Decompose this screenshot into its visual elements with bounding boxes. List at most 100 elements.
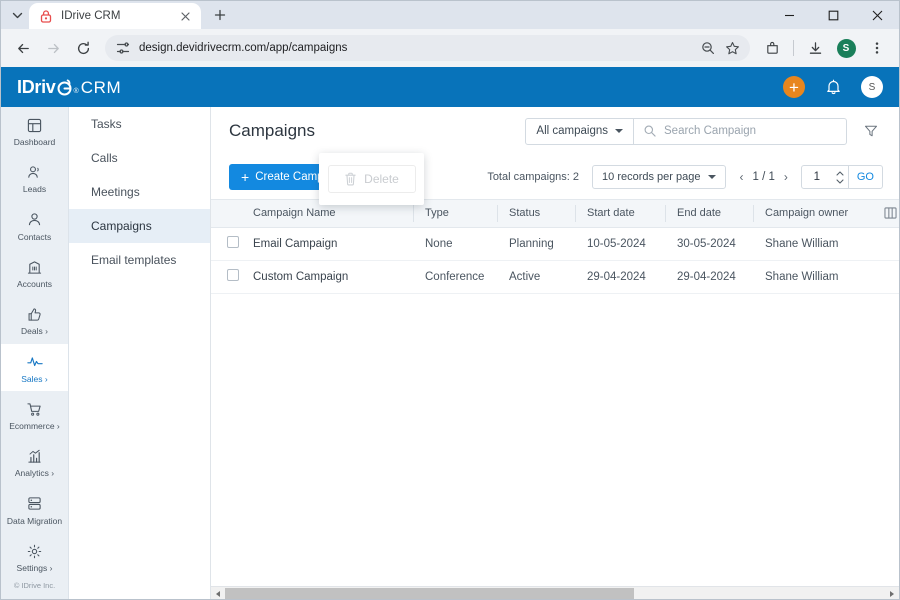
next-page-button[interactable]: › bbox=[784, 170, 788, 184]
prev-page-button[interactable]: ‹ bbox=[739, 170, 743, 184]
profile-avatar[interactable]: S bbox=[832, 34, 860, 62]
cell-campaign-name[interactable]: Email Campaign bbox=[241, 227, 413, 261]
site-settings-icon[interactable] bbox=[115, 41, 130, 56]
search-icon bbox=[644, 125, 656, 137]
sidebar-label: Contacts bbox=[17, 231, 52, 242]
close-icon[interactable] bbox=[177, 8, 193, 24]
browser-tabstrip: IDrive CRM bbox=[1, 1, 899, 29]
sales-icon bbox=[26, 353, 43, 371]
cell-start-date: 29-04-2024 bbox=[575, 260, 665, 294]
reload-icon[interactable] bbox=[69, 34, 97, 62]
row-checkbox[interactable] bbox=[227, 236, 239, 248]
subnav-item-email-templates[interactable]: Email templates bbox=[69, 243, 210, 277]
app-body: Dashboard Leads Contacts Accounts Deals … bbox=[1, 107, 899, 600]
table-row[interactable]: Email Campaign None Planning 10-05-2024 … bbox=[211, 227, 899, 261]
chevron-down-icon bbox=[708, 175, 717, 179]
minimize-icon[interactable] bbox=[767, 1, 811, 29]
th-campaign-owner[interactable]: Campaign owner bbox=[753, 200, 869, 228]
download-icon[interactable] bbox=[801, 34, 829, 62]
scroll-right-arrow-icon[interactable] bbox=[885, 587, 899, 600]
address-bar[interactable]: design.devidrivecrm.com/app/campaigns bbox=[105, 35, 750, 61]
logo-idrive-text: IDriv bbox=[17, 77, 73, 98]
cell-status: Planning bbox=[497, 227, 575, 261]
subnav-item-campaigns[interactable]: Campaigns bbox=[69, 209, 210, 243]
th-start-date[interactable]: Start date bbox=[575, 200, 665, 228]
star-icon[interactable] bbox=[725, 41, 740, 56]
th-column-settings[interactable] bbox=[869, 200, 899, 228]
close-window-icon[interactable] bbox=[855, 1, 899, 29]
sidebar-item-deals[interactable]: Deals › bbox=[1, 296, 68, 343]
pagination: ‹ 1 / 1 › bbox=[739, 170, 787, 184]
sidebar-footer: © IDrive Inc. bbox=[13, 581, 56, 590]
back-arrow-icon[interactable] bbox=[9, 34, 37, 62]
page-title: Campaigns bbox=[229, 121, 315, 140]
kebab-menu-icon[interactable] bbox=[863, 34, 891, 62]
search-input[interactable] bbox=[664, 125, 836, 137]
subnav-item-tasks[interactable]: Tasks bbox=[69, 107, 210, 141]
bell-icon[interactable] bbox=[823, 77, 843, 97]
forward-arrow-icon[interactable] bbox=[39, 34, 67, 62]
page-number-input[interactable]: 1 bbox=[802, 166, 832, 188]
sidebar-item-data-migration[interactable]: Data Migration bbox=[1, 486, 68, 533]
sidebar-item-analytics[interactable]: Analytics › bbox=[1, 438, 68, 485]
analytics-icon bbox=[27, 447, 42, 465]
action-toolbar: + Create Campaign Delete Total campaigns… bbox=[211, 153, 899, 205]
tab-search-icon[interactable] bbox=[5, 3, 29, 27]
app-header-actions: + S bbox=[783, 76, 883, 98]
funnel-icon[interactable] bbox=[859, 119, 883, 143]
sidebar-item-ecommerce[interactable]: Ecommerce › bbox=[1, 391, 68, 438]
quick-add-button[interactable]: + bbox=[783, 76, 805, 98]
sidebar-label: Analytics › bbox=[14, 468, 55, 479]
sidebar-item-sales[interactable]: Sales › bbox=[1, 343, 68, 392]
search-box[interactable] bbox=[634, 119, 846, 144]
window-controls bbox=[767, 1, 899, 29]
cell-type: None bbox=[413, 227, 497, 261]
settings-icon bbox=[27, 542, 42, 560]
lock-icon bbox=[39, 9, 53, 23]
new-tab-button[interactable] bbox=[207, 2, 233, 28]
scrollbar-track[interactable] bbox=[225, 586, 885, 599]
th-label: Campaign Name bbox=[253, 207, 336, 220]
column-settings-icon[interactable] bbox=[883, 207, 897, 219]
search-group: All campaigns bbox=[525, 117, 847, 145]
secondary-sidebar: Tasks Calls Meetings Campaigns Email tem… bbox=[69, 107, 211, 599]
user-avatar[interactable]: S bbox=[861, 76, 883, 98]
cell-campaign-name[interactable]: Custom Campaign bbox=[241, 260, 413, 294]
subnav-item-calls[interactable]: Calls bbox=[69, 141, 210, 175]
zoom-out-icon[interactable] bbox=[700, 41, 715, 56]
app-logo[interactable]: IDriv ® CRM bbox=[17, 77, 121, 98]
browser-window: IDrive CRM design.devidrivecrm.com/app/c… bbox=[0, 0, 900, 600]
delete-button[interactable]: Delete bbox=[327, 165, 416, 193]
records-per-page-select[interactable]: 10 records per page bbox=[592, 165, 727, 189]
sidebar-item-dashboard[interactable]: Dashboard bbox=[1, 107, 68, 154]
sidebar-item-contacts[interactable]: Contacts bbox=[1, 202, 68, 249]
row-checkbox[interactable] bbox=[227, 269, 239, 281]
th-label: Type bbox=[425, 207, 449, 220]
scroll-left-arrow-icon[interactable] bbox=[211, 587, 225, 600]
sidebar-item-leads[interactable]: Leads bbox=[1, 154, 68, 201]
records-per-page-value: 10 records per page bbox=[602, 171, 701, 183]
browser-tab[interactable]: IDrive CRM bbox=[29, 3, 201, 29]
delete-label: Delete bbox=[364, 172, 399, 186]
table-row[interactable]: Custom Campaign Conference Active 29-04-… bbox=[211, 260, 899, 294]
th-type[interactable]: Type bbox=[413, 200, 497, 228]
th-status[interactable]: Status bbox=[497, 200, 575, 228]
cell-end-date: 29-04-2024 bbox=[665, 260, 753, 294]
go-button[interactable]: GO bbox=[847, 166, 882, 188]
dashboard-icon bbox=[27, 116, 42, 134]
maximize-icon[interactable] bbox=[811, 1, 855, 29]
select-all-header bbox=[211, 200, 245, 228]
deals-icon bbox=[27, 305, 42, 323]
number-stepper-icon[interactable] bbox=[832, 166, 848, 188]
sidebar-label: Accounts bbox=[17, 279, 52, 290]
sidebar-item-settings[interactable]: Settings › bbox=[1, 533, 68, 580]
scrollbar-thumb[interactable] bbox=[225, 587, 635, 599]
browser-toolbar: design.devidrivecrm.com/app/campaigns S bbox=[1, 29, 899, 67]
extensions-icon[interactable] bbox=[758, 34, 786, 62]
horizontal-scrollbar[interactable] bbox=[211, 586, 899, 600]
table-head: Campaign Name Type Status Start date End… bbox=[211, 200, 899, 228]
subnav-item-meetings[interactable]: Meetings bbox=[69, 175, 210, 209]
th-end-date[interactable]: End date bbox=[665, 200, 753, 228]
sidebar-item-accounts[interactable]: Accounts bbox=[1, 249, 68, 296]
campaign-scope-select[interactable]: All campaigns bbox=[526, 118, 634, 144]
